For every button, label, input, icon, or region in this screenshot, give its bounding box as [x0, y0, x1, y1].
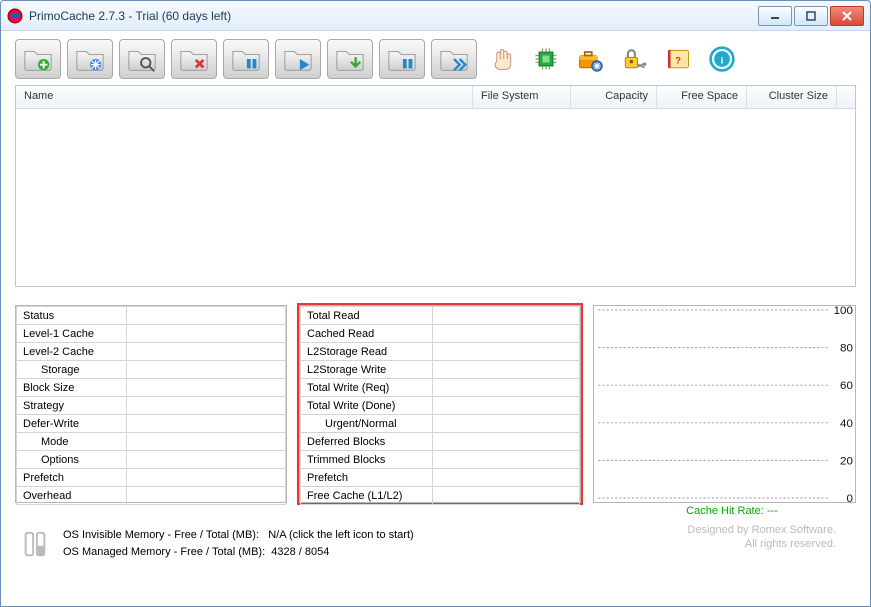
managed-mem-value: 4328 / 8054: [271, 546, 329, 558]
hit-rate-label: Cache Hit Rate: ---: [608, 505, 856, 517]
toolbar-options-button[interactable]: [571, 39, 609, 79]
prop-prefetch-value: [127, 469, 286, 487]
svg-text:0: 0: [846, 493, 852, 502]
prop-strategy-value: [127, 397, 286, 415]
volume-list[interactable]: NameFile SystemCapacityFree SpaceCluster…: [15, 85, 856, 287]
toolbar-config-cache-button[interactable]: [67, 39, 113, 79]
prop-free-cache-l1-l2-: Free Cache (L1/L2): [301, 487, 433, 505]
prop-l2storage-write-value: [433, 361, 580, 379]
prop-level-1-cache: Level-1 Cache: [17, 325, 127, 343]
svg-text:100: 100: [834, 306, 853, 317]
toolbar-flush-cache-button[interactable]: [327, 39, 373, 79]
window-title: PrimoCache 2.7.3 - Trial (60 days left): [29, 9, 758, 23]
toolbar-help-button[interactable]: ?: [659, 39, 697, 79]
prop-level-2-cache-value: [127, 343, 286, 361]
prop-urgent-normal: Urgent/Normal: [301, 415, 433, 433]
toolbar-hand-button[interactable]: [483, 39, 521, 79]
prop-free-cache-l1-l2--value: [433, 487, 580, 505]
prop-cached-read: Cached Read: [301, 325, 433, 343]
prop-status: Status: [17, 307, 127, 325]
mid-row: StatusLevel-1 CacheLevel-2 CacheStorageB…: [15, 305, 856, 503]
col-name[interactable]: Name: [16, 86, 473, 108]
prop-block-size: Block Size: [17, 379, 127, 397]
prop-block-size-value: [127, 379, 286, 397]
client-area: ?i NameFile SystemCapacityFree SpaceClus…: [1, 31, 870, 606]
statusbar: OS Invisible Memory - Free / Total (MB):…: [15, 523, 856, 561]
toolbar-inspect-cache-button[interactable]: [119, 39, 165, 79]
prop-deferred-blocks-value: [433, 433, 580, 451]
col-free-space[interactable]: Free Space: [657, 86, 747, 108]
prop-total-read-value: [433, 307, 580, 325]
memory-icon[interactable]: [15, 528, 55, 560]
toolbar-chip-button[interactable]: [527, 39, 565, 79]
prop-l2storage-read: L2Storage Read: [301, 343, 433, 361]
toolbar-delete-cache-button[interactable]: [171, 39, 217, 79]
toolbar-resume-cache-button[interactable]: [275, 39, 321, 79]
col-capacity[interactable]: Capacity: [571, 86, 657, 108]
prop-total-write-done-: Total Write (Done): [301, 397, 433, 415]
col-file-system[interactable]: File System: [473, 86, 571, 108]
minimize-button[interactable]: [758, 6, 792, 26]
prop-total-write-req--value: [433, 379, 580, 397]
toolbar-about-button[interactable]: i: [703, 39, 741, 79]
prop-defer-write-value: [127, 415, 286, 433]
col-cluster-size[interactable]: Cluster Size: [747, 86, 837, 108]
svg-text:60: 60: [840, 380, 853, 392]
cache-properties-panel: StatusLevel-1 CacheLevel-2 CacheStorageB…: [15, 305, 287, 503]
prop-defer-write: Defer-Write: [17, 415, 127, 433]
toolbar-new-cache-button[interactable]: [15, 39, 61, 79]
prop-level-1-cache-value: [127, 325, 286, 343]
prop-cached-read-value: [433, 325, 580, 343]
prop-options-value: [127, 451, 286, 469]
prop-total-write-req-: Total Write (Req): [301, 379, 433, 397]
invisible-mem-label: OS Invisible Memory - Free / Total (MB):: [63, 529, 259, 541]
svg-text:80: 80: [840, 343, 853, 355]
invisible-mem-value: N/A (click the left icon to start): [268, 529, 414, 541]
prop-storage-value: [127, 361, 286, 379]
toolbar-stats-cache-button[interactable]: [379, 39, 425, 79]
prop-trimmed-blocks-value: [433, 451, 580, 469]
maximize-button[interactable]: [794, 6, 828, 26]
app-window: PrimoCache 2.7.3 - Trial (60 days left) …: [0, 0, 871, 607]
window-controls: [758, 6, 864, 26]
prop-prefetch-value: [433, 469, 580, 487]
prop-status-value: [127, 307, 286, 325]
list-header: NameFile SystemCapacityFree SpaceCluster…: [16, 86, 855, 109]
svg-text:40: 40: [840, 418, 853, 430]
svg-text:20: 20: [840, 456, 853, 468]
prop-deferred-blocks: Deferred Blocks: [301, 433, 433, 451]
svg-text:?: ?: [675, 55, 681, 66]
toolbar-license-button[interactable]: [615, 39, 653, 79]
prop-urgent-normal-value: [433, 415, 580, 433]
toolbar-refresh-button[interactable]: [431, 39, 477, 79]
prop-total-write-done--value: [433, 397, 580, 415]
prop-prefetch: Prefetch: [17, 469, 127, 487]
cache-stats-panel: Total ReadCached ReadL2Storage ReadL2Sto…: [299, 305, 581, 503]
close-button[interactable]: [830, 6, 864, 26]
prop-strategy: Strategy: [17, 397, 127, 415]
prop-mode: Mode: [17, 433, 127, 451]
prop-l2storage-read-value: [433, 343, 580, 361]
toolbar-pause-cache-button[interactable]: [223, 39, 269, 79]
prop-prefetch: Prefetch: [301, 469, 433, 487]
credits: Designed by Romex Software. All rights r…: [687, 523, 836, 551]
svg-text:i: i: [721, 55, 724, 66]
prop-total-read: Total Read: [301, 307, 433, 325]
prop-options: Options: [17, 451, 127, 469]
prop-mode-value: [127, 433, 286, 451]
hit-rate-chart: 0 20 40 60 80 100: [593, 305, 856, 503]
managed-mem-label: OS Managed Memory - Free / Total (MB):: [63, 546, 265, 558]
prop-l2storage-write: L2Storage Write: [301, 361, 433, 379]
toolbar: ?i: [15, 39, 856, 79]
prop-trimmed-blocks: Trimmed Blocks: [301, 451, 433, 469]
titlebar: PrimoCache 2.7.3 - Trial (60 days left): [1, 1, 870, 31]
prop-overhead-value: [127, 487, 286, 505]
prop-storage: Storage: [17, 361, 127, 379]
prop-overhead: Overhead: [17, 487, 127, 505]
app-icon: [7, 8, 23, 24]
prop-level-2-cache: Level-2 Cache: [17, 343, 127, 361]
memory-text: OS Invisible Memory - Free / Total (MB):…: [63, 527, 414, 561]
